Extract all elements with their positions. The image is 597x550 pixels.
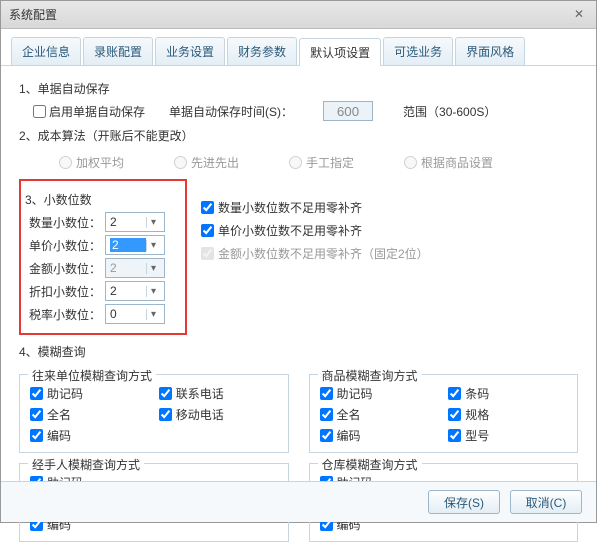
decimal-select-4[interactable]: 0▾ xyxy=(105,304,165,324)
decimal-check-input-0[interactable] xyxy=(201,201,214,214)
product-label-4: 编码 xyxy=(337,427,361,444)
partner-label-2: 全名 xyxy=(47,406,71,423)
partner-checkbox-3[interactable] xyxy=(159,408,172,421)
autosave-range-label: 范围（30-600S） xyxy=(403,103,496,120)
tab-bar: 企业信息 录账配置 业务设置 财务参数 默认项设置 可选业务 界面风格 xyxy=(1,29,596,66)
partner-checkbox-2[interactable] xyxy=(30,408,43,421)
tab-business-settings[interactable]: 业务设置 xyxy=(155,37,225,65)
enable-autosave-label: 启用单据自动保存 xyxy=(49,103,145,120)
cancel-button[interactable]: 取消(C) xyxy=(510,490,582,514)
group-handler-legend: 经手人模糊查询方式 xyxy=(28,456,144,473)
cost-method-manual: 手工指定 xyxy=(289,154,354,171)
product-label-1: 条码 xyxy=(465,385,489,402)
decimal-select-0[interactable]: 2▾ xyxy=(105,212,165,232)
tab-optional-business[interactable]: 可选业务 xyxy=(383,37,453,65)
section4-title: 4、模糊查询 xyxy=(19,343,578,360)
product-item-2[interactable]: 全名 xyxy=(320,406,439,423)
partner-item-2[interactable]: 全名 xyxy=(30,406,149,423)
partner-checkbox-4[interactable] xyxy=(30,429,43,442)
product-item-4[interactable]: 编码 xyxy=(320,427,439,444)
decimal-check-label-1: 单价小数位数不足用零补齐 xyxy=(218,222,362,239)
cost-method-fifo: 先进先出 xyxy=(174,154,239,171)
partner-checkbox-0[interactable] xyxy=(30,387,43,400)
product-checkbox-4[interactable] xyxy=(320,429,333,442)
section1-title: 1、单据自动保存 xyxy=(19,80,578,97)
product-checkbox-2[interactable] xyxy=(320,408,333,421)
product-checkbox-5[interactable] xyxy=(448,429,461,442)
chevron-down-icon[interactable]: ▾ xyxy=(146,217,160,228)
partner-item-4[interactable]: 编码 xyxy=(30,427,149,444)
partner-label-4: 编码 xyxy=(47,427,71,444)
group-partner-fuzzy: 往来单位模糊查询方式 助记码联系电话全名移动电话编码 xyxy=(19,374,289,453)
decimal-check-input-1[interactable] xyxy=(201,224,214,237)
decimal-label-0: 数量小数位： xyxy=(27,214,101,231)
decimal-check-input-2 xyxy=(201,247,214,260)
decimal-label-3: 折扣小数位： xyxy=(27,283,101,300)
autosave-time-input[interactable] xyxy=(323,101,373,121)
product-label-3: 规格 xyxy=(465,406,489,423)
chevron-down-icon[interactable]: ▾ xyxy=(146,286,160,297)
decimal-check-1[interactable]: 单价小数位数不足用零补齐 xyxy=(201,222,429,239)
chevron-down-icon[interactable]: ▾ xyxy=(146,309,160,320)
product-item-3[interactable]: 规格 xyxy=(448,406,567,423)
product-checkbox-1[interactable] xyxy=(448,387,461,400)
chevron-down-icon[interactable]: ▾ xyxy=(146,240,160,251)
group-warehouse-legend: 仓库模糊查询方式 xyxy=(318,456,422,473)
group-product-fuzzy: 商品模糊查询方式 助记码条码全名规格编码型号 xyxy=(309,374,579,453)
partner-item-0[interactable]: 助记码 xyxy=(30,385,149,402)
save-button[interactable]: 保存(S) xyxy=(428,490,500,514)
chevron-down-icon: ▾ xyxy=(146,263,160,274)
enable-autosave-checkbox[interactable]: 启用单据自动保存 xyxy=(33,103,145,120)
decimal-check-0[interactable]: 数量小数位数不足用零补齐 xyxy=(201,199,429,216)
section3-title: 3、小数位数 xyxy=(25,191,179,208)
product-label-0: 助记码 xyxy=(337,385,373,402)
partner-item-3[interactable]: 移动电话 xyxy=(159,406,278,423)
section2-title: 2、成本算法（开账后不能更改） xyxy=(19,127,578,144)
decimal-select-1[interactable]: 2▾ xyxy=(105,235,165,255)
decimal-value-0: 2 xyxy=(110,215,146,229)
partner-label-1: 联系电话 xyxy=(176,385,224,402)
enable-autosave-input[interactable] xyxy=(33,105,46,118)
autosave-time-label: 单据自动保存时间(S)： xyxy=(169,103,293,120)
decimal-value-2: 2 xyxy=(110,261,146,275)
decimal-select-3[interactable]: 2▾ xyxy=(105,281,165,301)
product-item-5[interactable]: 型号 xyxy=(448,427,567,444)
tab-finance-params[interactable]: 财务参数 xyxy=(227,37,297,65)
decimal-label-4: 税率小数位： xyxy=(27,306,101,323)
decimal-check-label-0: 数量小数位数不足用零补齐 xyxy=(218,199,362,216)
cost-method-weighted: 加权平均 xyxy=(59,154,124,171)
cost-method-by-product: 根据商品设置 xyxy=(404,154,493,171)
partner-item-1[interactable]: 联系电话 xyxy=(159,385,278,402)
decimal-check-2: 金额小数位数不足用零补齐（固定2位） xyxy=(201,245,429,262)
product-checkbox-3[interactable] xyxy=(448,408,461,421)
group-partner-legend: 往来单位模糊查询方式 xyxy=(28,367,156,384)
dialog-title: 系统配置 xyxy=(9,6,570,23)
decimal-select-2: 2▾ xyxy=(105,258,165,278)
partner-label-3: 移动电话 xyxy=(176,406,224,423)
product-checkbox-0[interactable] xyxy=(320,387,333,400)
partner-checkbox-1[interactable] xyxy=(159,387,172,400)
product-item-0[interactable]: 助记码 xyxy=(320,385,439,402)
tab-enterprise-info[interactable]: 企业信息 xyxy=(11,37,81,65)
decimal-value-1: 2 xyxy=(110,238,146,252)
decimal-value-4: 0 xyxy=(110,307,146,321)
tab-default-settings[interactable]: 默认项设置 xyxy=(299,38,381,66)
product-label-2: 全名 xyxy=(337,406,361,423)
decimal-label-2: 金额小数位： xyxy=(27,260,101,277)
partner-label-0: 助记码 xyxy=(47,385,83,402)
group-product-legend: 商品模糊查询方式 xyxy=(318,367,422,384)
decimal-value-3: 2 xyxy=(110,284,146,298)
decimal-label-1: 单价小数位： xyxy=(27,237,101,254)
decimals-highlight-box: 3、小数位数 数量小数位：2▾单价小数位：2▾金额小数位：2▾折扣小数位：2▾税… xyxy=(19,179,187,335)
decimal-check-label-2: 金额小数位数不足用零补齐（固定2位） xyxy=(218,245,429,262)
product-label-5: 型号 xyxy=(465,427,489,444)
tab-ui-style[interactable]: 界面风格 xyxy=(455,37,525,65)
tab-entry-config[interactable]: 录账配置 xyxy=(83,37,153,65)
close-icon[interactable]: ✕ xyxy=(570,6,588,24)
product-item-1[interactable]: 条码 xyxy=(448,385,567,402)
